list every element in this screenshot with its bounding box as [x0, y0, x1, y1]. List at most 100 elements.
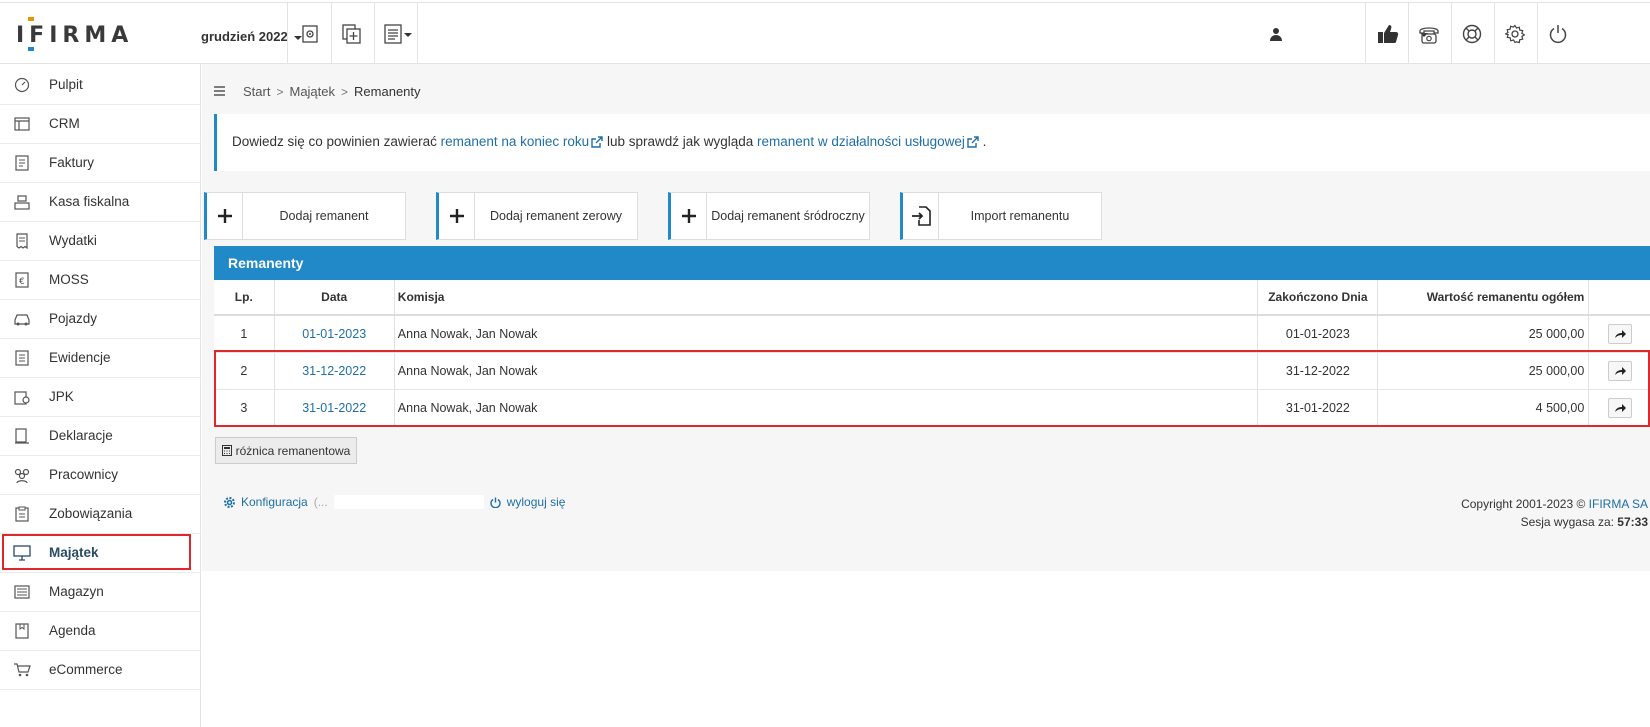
- declaration-icon: [13, 427, 31, 445]
- import-inventory-button[interactable]: Import remanentu: [900, 192, 1102, 240]
- sidebar-item-agenda[interactable]: Agenda: [0, 610, 201, 651]
- cell-wartosc: 25 000,00: [1377, 315, 1590, 353]
- hamburger-menu-icon[interactable]: [214, 84, 225, 99]
- cell-date-link[interactable]: 01-01-2023: [274, 315, 395, 353]
- share-arrow-button[interactable]: [1607, 323, 1632, 344]
- period-label: grudzień 2022: [201, 29, 288, 44]
- config-suffix: (...: [313, 495, 328, 509]
- add-zero-inventory-button[interactable]: Dodaj remanent zerowy: [436, 192, 638, 240]
- column-header-data[interactable]: Data: [274, 280, 395, 316]
- cell-date-link[interactable]: 31-01-2022: [274, 389, 395, 427]
- sidebar-item-label: Deklaracje: [49, 427, 113, 443]
- info-link-services[interactable]: remanent w działalności usługowej: [757, 134, 965, 149]
- cell-lp: 1: [214, 315, 275, 353]
- column-header-wartosc[interactable]: Wartość remanentu ogółem: [1377, 280, 1590, 316]
- share-arrow-button[interactable]: [1607, 360, 1632, 381]
- phone-icon[interactable]: [1416, 21, 1442, 47]
- external-link-icon: [967, 136, 979, 151]
- ifirma-logo[interactable]: IFIRMA: [16, 17, 128, 53]
- chevron-down-icon[interactable]: [404, 33, 412, 37]
- sidebar-item-crm[interactable]: CRM: [0, 103, 201, 144]
- breadcrumb-current: Remanenty: [354, 84, 421, 99]
- divider: [417, 3, 418, 65]
- user-menu[interactable]: [1270, 27, 1282, 44]
- info-text: .: [978, 134, 987, 149]
- date-link[interactable]: 01-01-2023: [302, 327, 366, 341]
- column-header-komisja[interactable]: Komisja: [394, 280, 1259, 316]
- breadcrumb-majatek[interactable]: Majątek: [289, 84, 335, 99]
- button-label: Dodaj remanent zerowy: [489, 209, 622, 223]
- main-content: Start > Majątek > Remanenty Dowiedz się …: [202, 64, 1650, 571]
- logout-link[interactable]: wyloguj się: [507, 495, 566, 509]
- lifebuoy-icon[interactable]: [1459, 21, 1485, 47]
- sidebar: Pulpit CRM Faktury Kasa fiskalna Wydatki…: [0, 64, 201, 727]
- breadcrumb-start[interactable]: Start: [243, 84, 270, 99]
- import-icon: [903, 193, 939, 239]
- sidebar-item-faktury[interactable]: Faktury: [0, 142, 201, 183]
- sidebar-item-moss[interactable]: € MOSS: [0, 259, 201, 300]
- chevron-right-icon: >: [341, 84, 349, 99]
- top-bar: IFIRMA grudzień 2022: [0, 2, 1650, 65]
- footer-copyright: Copyright 2001-2023 © IFIRMA SA Sesja wy…: [1461, 495, 1648, 531]
- cell-zakonczono: 31-12-2022: [1257, 352, 1379, 390]
- gear-icon: [224, 496, 235, 508]
- thumbs-up-icon[interactable]: [1375, 21, 1401, 47]
- gear-icon[interactable]: [1502, 21, 1528, 47]
- column-header-actions: [1588, 280, 1650, 316]
- share-arrow-icon: [1614, 403, 1626, 412]
- cell-lp: 3: [214, 389, 275, 427]
- sidebar-item-ewidencje[interactable]: Ewidencje: [0, 337, 201, 378]
- table-row: 1 01-01-2023 Anna Nowak, Jan Nowak 01-01…: [214, 315, 1650, 353]
- sidebar-item-majatek[interactable]: Majątek: [0, 532, 201, 573]
- sidebar-item-ecommerce[interactable]: eCommerce: [0, 649, 201, 690]
- divider: [374, 3, 375, 65]
- sidebar-item-pulpit[interactable]: Pulpit: [0, 64, 201, 105]
- monitor-icon: [13, 544, 31, 562]
- sidebar-item-jpk[interactable]: JPK: [0, 376, 201, 417]
- power-icon: [490, 497, 501, 508]
- report-icon[interactable]: [380, 21, 406, 47]
- column-header-lp[interactable]: Lp.: [214, 280, 275, 316]
- panel-title: Remanenty: [214, 246, 1650, 280]
- cell-date-link[interactable]: 31-12-2022: [274, 352, 395, 390]
- info-text: lub sprawdź jak wygląda: [603, 134, 758, 149]
- inventory-table: Lp. Data Komisja Zakończono Dnia Wartość…: [214, 280, 1650, 427]
- footer-links: Konfiguracja (... wyloguj się: [224, 495, 565, 509]
- company-link[interactable]: IFIRMA SA: [1589, 497, 1648, 511]
- sidebar-item-label: CRM: [49, 115, 80, 131]
- add-inventory-button[interactable]: Dodaj remanent: [204, 192, 406, 240]
- sidebar-item-pracownicy[interactable]: Pracownicy: [0, 454, 201, 495]
- inventory-difference-button[interactable]: różnica remanentowa: [215, 437, 357, 464]
- share-arrow-button[interactable]: [1607, 397, 1632, 418]
- sidebar-item-zobowiazania[interactable]: Zobowiązania: [0, 493, 201, 534]
- info-text: Dowiedz się co powinien zawierać: [232, 134, 441, 149]
- config-link[interactable]: Konfiguracja: [241, 495, 308, 509]
- cell-zakonczono: 01-01-2023: [1257, 315, 1379, 353]
- session-timer: 57:33: [1617, 515, 1648, 529]
- sidebar-item-label: Zobowiązania: [49, 505, 133, 521]
- cell-zakonczono: 31-01-2022: [1257, 389, 1379, 427]
- info-link-year-end[interactable]: remanent na koniec roku: [441, 134, 590, 149]
- table-row: 3 31-01-2022 Anna Nowak, Jan Nowak 31-01…: [214, 389, 1650, 427]
- crm-icon: [13, 115, 31, 133]
- sidebar-item-magazyn[interactable]: Magazyn: [0, 571, 201, 612]
- sidebar-item-label: Majątek: [49, 544, 99, 560]
- sidebar-item-label: Magazyn: [49, 583, 104, 599]
- sidebar-item-deklaracje[interactable]: Deklaracje: [0, 415, 201, 456]
- sidebar-item-kasa-fiskalna[interactable]: Kasa fiskalna: [0, 181, 201, 222]
- sidebar-item-wydatki[interactable]: Wydatki: [0, 220, 201, 261]
- cell-action: [1588, 352, 1650, 390]
- date-link[interactable]: 31-01-2022: [302, 401, 366, 415]
- session-label: Sesja wygasa za:: [1520, 515, 1618, 529]
- add-midyear-inventory-button[interactable]: Dodaj remanent śródroczny: [668, 192, 870, 240]
- sidebar-item-label: Pojazdy: [49, 310, 98, 326]
- add-document-icon[interactable]: [339, 21, 365, 47]
- sidebar-item-label: JPK: [49, 388, 74, 404]
- power-icon[interactable]: [1545, 21, 1571, 47]
- sidebar-item-pojazdy[interactable]: Pojazdy: [0, 298, 201, 339]
- document-settings-icon[interactable]: [297, 21, 323, 47]
- divider: [1408, 3, 1409, 65]
- date-link[interactable]: 31-12-2022: [302, 364, 366, 378]
- column-header-zakonczono[interactable]: Zakończono Dnia: [1257, 280, 1379, 316]
- logo-accent-blue: [28, 47, 34, 51]
